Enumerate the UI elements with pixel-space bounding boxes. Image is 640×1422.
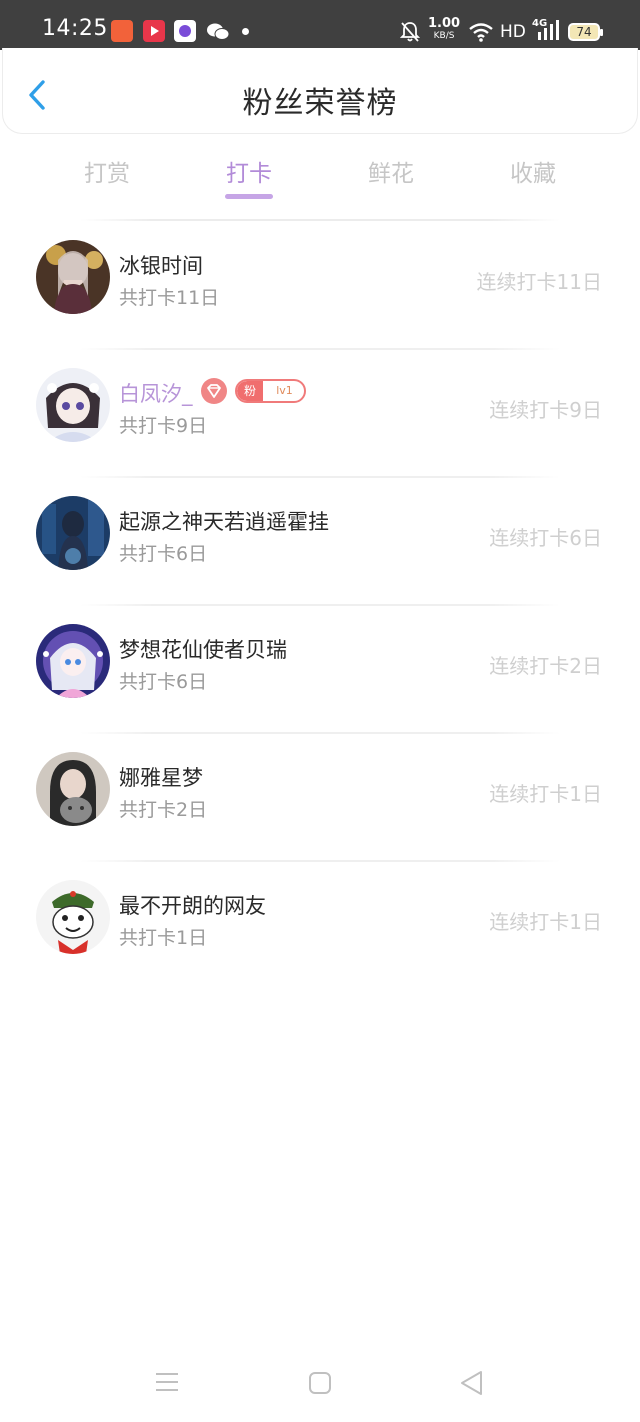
list-item[interactable]: 冰银时间 共打卡11日 连续打卡11日 <box>0 222 640 350</box>
ranking-list: 冰银时间 共打卡11日 连续打卡11日 白凤汐_ 粉 lv1 共打卡9日 连续打… <box>0 222 640 990</box>
streak-checkins: 连续打卡1日 <box>489 910 602 934</box>
list-item[interactable]: 起源之神天若逍遥霍挂 共打卡6日 连续打卡6日 <box>0 478 640 606</box>
tab-reward[interactable]: 打赏 <box>47 154 167 188</box>
tab-checkin[interactable]: 打卡 <box>189 154 309 188</box>
streak-checkins: 连续打卡11日 <box>476 270 602 294</box>
total-checkins: 共打卡2日 <box>119 799 208 821</box>
net-speed-unit: KB/S <box>433 31 455 41</box>
avatar[interactable] <box>36 368 110 442</box>
wifi-icon <box>468 22 494 46</box>
app-notification-icon-3 <box>174 20 196 42</box>
tab-bar: 打赏 打卡 鲜花 收藏 <box>0 150 640 206</box>
total-checkins: 共打卡6日 <box>119 671 208 693</box>
status-time: 14:25 <box>42 16 108 41</box>
app-header: 粉丝荣誉榜 <box>2 48 638 134</box>
app-notification-icon-1 <box>111 20 133 42</box>
streak-checkins: 连续打卡9日 <box>489 398 602 422</box>
avatar[interactable] <box>36 624 110 698</box>
user-name: 冰银时间 <box>119 254 203 278</box>
user-name: 最不开朗的网友 <box>119 894 266 918</box>
active-tab-indicator <box>225 194 273 199</box>
menu-icon[interactable] <box>154 1370 180 1398</box>
user-name: 娜雅星梦 <box>119 766 203 790</box>
total-checkins: 共打卡11日 <box>119 287 220 309</box>
tab-flowers[interactable]: 鲜花 <box>331 154 451 188</box>
network-speed: 1.00 KB/S <box>428 16 461 42</box>
video-app-icon <box>143 20 165 42</box>
list-item[interactable]: 最不开朗的网友 共打卡1日 连续打卡1日 <box>0 862 640 990</box>
total-checkins: 共打卡9日 <box>119 415 208 437</box>
streak-checkins: 连续打卡1日 <box>489 782 602 806</box>
system-nav-bar <box>0 1350 640 1422</box>
hd-indicator: HD <box>500 22 526 42</box>
avatar[interactable] <box>36 240 110 314</box>
list-item[interactable]: 梦想花仙使者贝瑞 共打卡6日 连续打卡2日 <box>0 606 640 734</box>
wechat-icon <box>206 22 230 44</box>
tab-favorites[interactable]: 收藏 <box>473 154 593 188</box>
list-item[interactable]: 娜雅星梦 共打卡2日 连续打卡1日 <box>0 734 640 862</box>
avatar[interactable] <box>36 752 110 826</box>
streak-checkins: 连续打卡6日 <box>489 526 602 550</box>
total-checkins: 共打卡1日 <box>119 927 208 949</box>
user-name: 白凤汐_ <box>119 382 193 406</box>
tab-divider <box>80 219 560 221</box>
user-name: 梦想花仙使者贝瑞 <box>119 638 287 662</box>
list-item[interactable]: 白凤汐_ 粉 lv1 共打卡9日 连续打卡9日 <box>0 350 640 478</box>
net-speed-value: 1.00 <box>428 16 461 31</box>
streak-checkins: 连续打卡2日 <box>489 654 602 678</box>
mute-bell-icon <box>399 21 421 47</box>
user-name: 起源之神天若逍遥霍挂 <box>119 510 329 534</box>
total-checkins: 共打卡6日 <box>119 543 208 565</box>
home-icon[interactable] <box>308 1371 332 1399</box>
avatar[interactable] <box>36 880 110 954</box>
signal-icon: 4G <box>532 18 560 42</box>
fan-badge-level: lv1 <box>276 384 293 397</box>
page-title: 粉丝荣誉榜 <box>242 86 398 121</box>
notification-dot-icon <box>242 28 249 35</box>
fan-level-badge: 粉 lv1 <box>235 379 306 403</box>
diamond-icon <box>201 378 227 404</box>
avatar[interactable] <box>36 496 110 570</box>
fan-badge-label: 粉 <box>237 381 263 401</box>
battery-indicator: 74 <box>568 23 603 41</box>
back-triangle-icon[interactable] <box>459 1369 485 1401</box>
status-bar: 14:25 1.00 KB/S HD 4G 74 <box>0 0 640 50</box>
